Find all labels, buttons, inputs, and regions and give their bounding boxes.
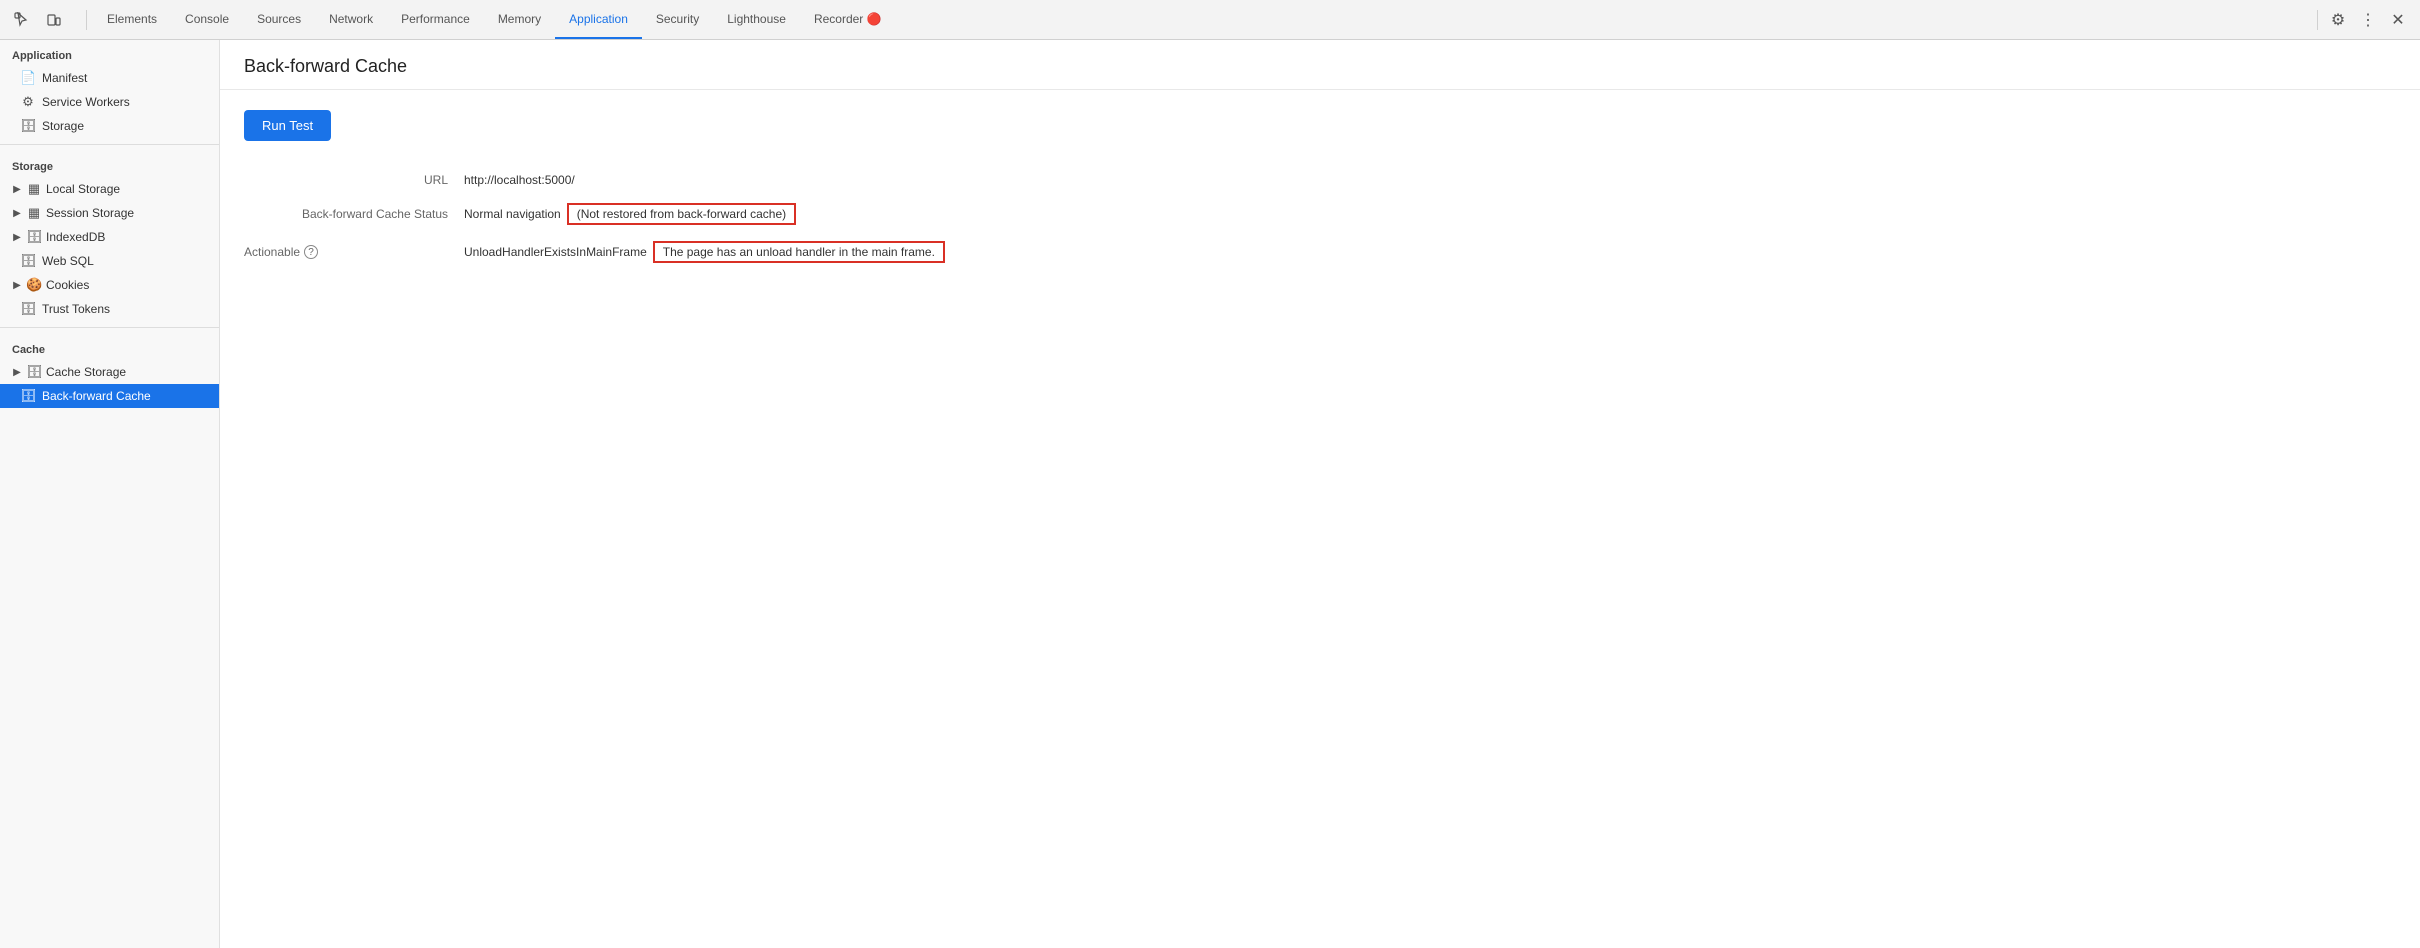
sidebar-label-service-workers: Service Workers <box>42 95 130 109</box>
session-storage-icon: ▦ <box>26 205 42 221</box>
tab-console[interactable]: Console <box>171 0 243 39</box>
settings-icon[interactable]: ⚙ <box>2324 6 2352 34</box>
sidebar-item-cache-storage[interactable]: ▶ 🗄 Cache Storage <box>0 360 219 384</box>
sidebar-item-cookies[interactable]: ▶ 🍪 Cookies <box>0 273 219 297</box>
sidebar-label-manifest: Manifest <box>42 71 87 85</box>
inspect-icon[interactable] <box>8 6 36 34</box>
main-layout: Application 📄 Manifest ⚙ Service Workers… <box>0 40 2420 948</box>
chevron-local-storage: ▶ <box>12 184 22 195</box>
sidebar-header-application: Application <box>0 40 219 66</box>
cache-status-highlighted: (Not restored from back-forward cache) <box>567 203 796 225</box>
page-title: Back-forward Cache <box>244 56 2396 77</box>
tab-performance[interactable]: Performance <box>387 0 484 39</box>
sidebar-divider-2 <box>0 327 219 328</box>
tab-lighthouse[interactable]: Lighthouse <box>713 0 800 39</box>
sidebar-item-indexeddb[interactable]: ▶ 🗄 IndexedDB <box>0 225 219 249</box>
tab-recorder[interactable]: Recorder 🔴 <box>800 0 896 39</box>
cache-status-value: Normal navigation (Not restored from bac… <box>464 203 796 225</box>
url-row: URL http://localhost:5000/ <box>244 173 2396 187</box>
sidebar-item-storage-app[interactable]: 🗄 Storage <box>0 114 219 138</box>
tab-network[interactable]: Network <box>315 0 387 39</box>
manifest-icon: 📄 <box>20 70 36 86</box>
web-sql-icon: 🗄 <box>20 253 36 269</box>
sidebar-item-back-forward-cache[interactable]: 🗄 Back-forward Cache <box>0 384 219 408</box>
sidebar-header-storage: Storage <box>0 151 219 177</box>
actionable-label-cell: Actionable ? <box>244 245 464 259</box>
cookies-icon: 🍪 <box>26 277 42 293</box>
sidebar-label-indexeddb: IndexedDB <box>46 230 105 244</box>
cache-status-row: Back-forward Cache Status Normal navigat… <box>244 203 2396 225</box>
content-panel: Back-forward Cache Run Test URL http://l… <box>220 40 2420 948</box>
service-workers-icon: ⚙ <box>20 94 36 110</box>
actionable-value: UnloadHandlerExistsInMainFrame The page … <box>464 241 945 263</box>
sidebar-label-web-sql: Web SQL <box>42 254 94 268</box>
sidebar-item-web-sql[interactable]: 🗄 Web SQL <box>0 249 219 273</box>
sidebar-item-manifest[interactable]: 📄 Manifest <box>0 66 219 90</box>
url-value: http://localhost:5000/ <box>464 173 575 187</box>
url-label: URL <box>244 173 464 187</box>
url-text: http://localhost:5000/ <box>464 173 575 187</box>
sidebar-label-cache-storage: Cache Storage <box>46 365 126 379</box>
chevron-cookies: ▶ <box>12 280 22 291</box>
back-forward-cache-icon: 🗄 <box>20 388 36 404</box>
sidebar-label-storage-app: Storage <box>42 119 84 133</box>
cache-status-label: Back-forward Cache Status <box>244 207 464 221</box>
content-body: Run Test URL http://localhost:5000/ Back… <box>220 90 2420 299</box>
sidebar-item-local-storage[interactable]: ▶ ▦ Local Storage <box>0 177 219 201</box>
tab-memory[interactable]: Memory <box>484 0 555 39</box>
close-icon[interactable]: ✕ <box>2384 6 2412 34</box>
tab-security[interactable]: Security <box>642 0 713 39</box>
sidebar-label-back-forward-cache: Back-forward Cache <box>42 389 151 403</box>
actionable-code: UnloadHandlerExistsInMainFrame <box>464 245 647 259</box>
sidebar-label-cookies: Cookies <box>46 278 89 292</box>
sidebar-item-trust-tokens[interactable]: 🗄 Trust Tokens <box>0 297 219 321</box>
actionable-description: The page has an unload handler in the ma… <box>653 241 945 263</box>
more-icon[interactable]: ⋮ <box>2354 6 2382 34</box>
tab-application[interactable]: Application <box>555 0 642 39</box>
tab-elements[interactable]: Elements <box>93 0 171 39</box>
sidebar-header-cache: Cache <box>0 334 219 360</box>
device-icon[interactable] <box>40 6 68 34</box>
actionable-row: Actionable ? UnloadHandlerExistsInMainFr… <box>244 241 2396 263</box>
storage-app-icon: 🗄 <box>20 118 36 134</box>
tab-sources[interactable]: Sources <box>243 0 315 39</box>
sidebar-divider-1 <box>0 144 219 145</box>
run-test-button[interactable]: Run Test <box>244 110 331 141</box>
actionable-label-container: Actionable ? <box>244 245 448 259</box>
sidebar-label-local-storage: Local Storage <box>46 182 120 196</box>
toolbar-divider-1 <box>86 10 87 30</box>
toolbar-divider-2 <box>2317 10 2318 30</box>
chevron-indexeddb: ▶ <box>12 232 22 243</box>
info-table: URL http://localhost:5000/ Back-forward … <box>244 173 2396 263</box>
content-header: Back-forward Cache <box>220 40 2420 90</box>
toolbar: Elements Console Sources Network Perform… <box>0 0 2420 40</box>
toolbar-left-icons <box>8 6 68 34</box>
toolbar-tabs: Elements Console Sources Network Perform… <box>93 0 2311 39</box>
chevron-cache-storage: ▶ <box>12 367 22 378</box>
sidebar: Application 📄 Manifest ⚙ Service Workers… <box>0 40 220 948</box>
indexeddb-icon: 🗄 <box>26 229 42 245</box>
cache-storage-icon: 🗄 <box>26 364 42 380</box>
sidebar-item-service-workers[interactable]: ⚙ Service Workers <box>0 90 219 114</box>
sidebar-item-session-storage[interactable]: ▶ ▦ Session Storage <box>0 201 219 225</box>
actionable-text: Actionable <box>244 245 300 259</box>
toolbar-right-icons: ⚙ ⋮ ✕ <box>2324 6 2412 34</box>
help-icon[interactable]: ? <box>304 245 318 259</box>
sidebar-label-trust-tokens: Trust Tokens <box>42 302 110 316</box>
cache-status-normal: Normal navigation <box>464 207 561 221</box>
chevron-session-storage: ▶ <box>12 208 22 219</box>
sidebar-label-session-storage: Session Storage <box>46 206 134 220</box>
local-storage-icon: ▦ <box>26 181 42 197</box>
trust-tokens-icon: 🗄 <box>20 301 36 317</box>
